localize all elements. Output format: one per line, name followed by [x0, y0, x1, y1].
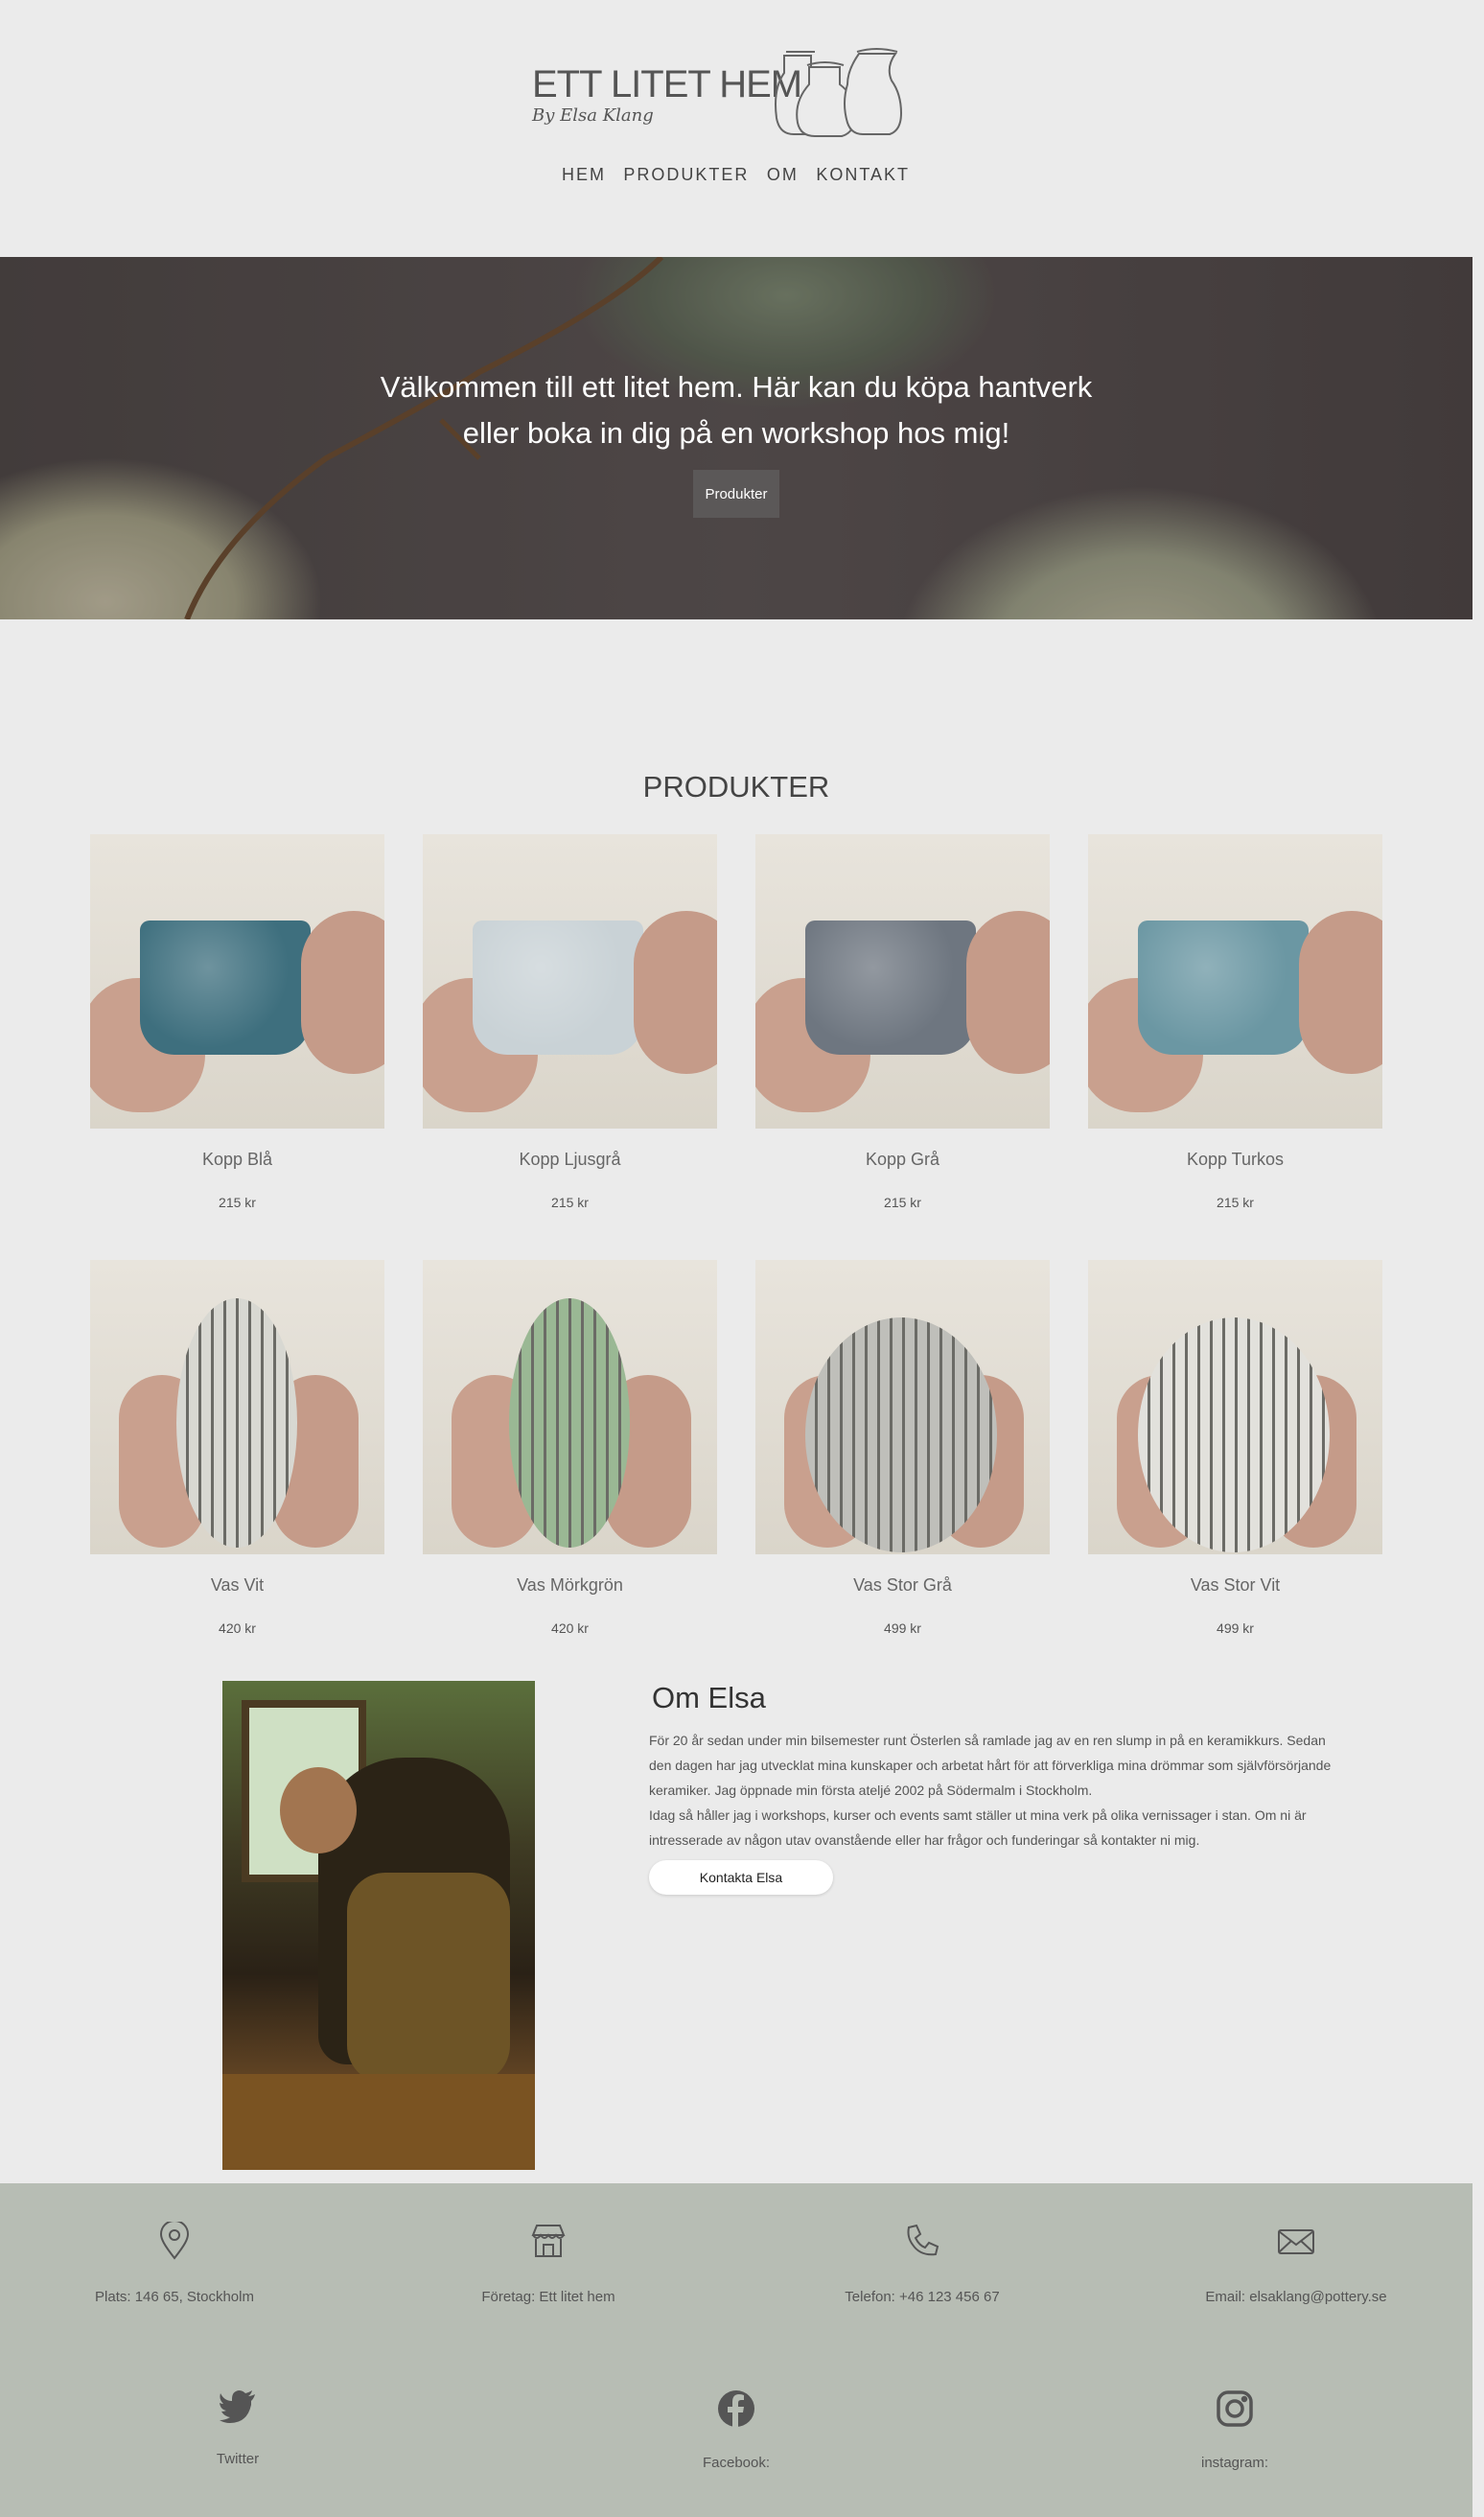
product-name[interactable]: Kopp Blå [90, 1150, 384, 1170]
product-card[interactable]: Vas Mörkgrön 420 kr [423, 1260, 717, 1636]
product-name[interactable]: Kopp Grå [755, 1150, 1050, 1170]
nav-hem[interactable]: HEM [562, 165, 606, 185]
product-card[interactable]: Kopp Turkos 215 kr [1088, 834, 1382, 1210]
product-card[interactable]: Vas Stor Vit 499 kr [1088, 1260, 1382, 1636]
product-name[interactable]: Vas Stor Grå [755, 1575, 1050, 1596]
twitter-icon[interactable] [219, 2389, 257, 2424]
product-card[interactable]: Vas Stor Grå 499 kr [755, 1260, 1050, 1636]
social-twitter[interactable]: Twitter [94, 2389, 382, 2467]
twitter-label[interactable]: Twitter [94, 2451, 382, 2467]
product-name[interactable]: Kopp Ljusgrå [423, 1150, 717, 1170]
product-price: 420 kr [219, 1620, 256, 1636]
product-name[interactable]: Vas Stor Vit [1088, 1575, 1382, 1596]
facebook-label[interactable]: Facebook: [592, 2455, 880, 2471]
phone-text: Telefon: +46 123 456 67 [845, 2289, 1000, 2305]
social-instagram[interactable]: instagram: [1091, 2389, 1379, 2471]
brand-logo[interactable]: ETT LITET HEM By Elsa Klang [527, 46, 930, 151]
hero-products-button[interactable]: Produkter [693, 470, 779, 518]
info-phone: Telefon: +46 123 456 67 [730, 2222, 1114, 2305]
product-price: 420 kr [551, 1620, 589, 1636]
product-image[interactable] [90, 834, 384, 1129]
about-title: Om Elsa [652, 1681, 766, 1714]
product-image[interactable] [423, 1260, 717, 1554]
potter-face [280, 1767, 357, 1853]
email-text: Email: elsaklang@pottery.se [1205, 2289, 1387, 2305]
product-image[interactable] [423, 834, 717, 1129]
potter-apron [347, 1873, 510, 2084]
store-icon [531, 2225, 566, 2257]
about-paragraph-1: För 20 år sedan under min bilsemester ru… [649, 1733, 1332, 1798]
product-price: 215 kr [551, 1195, 589, 1210]
product-image[interactable] [755, 1260, 1050, 1554]
product-price: 215 kr [1217, 1195, 1254, 1210]
nav-produkter[interactable]: PRODUKTER [623, 165, 749, 185]
social-facebook[interactable]: Facebook: [592, 2389, 880, 2471]
nav-kontakt[interactable]: KONTAKT [816, 165, 910, 185]
product-image[interactable] [1088, 834, 1382, 1129]
mail-icon [1278, 2229, 1314, 2254]
site-header: ETT LITET HEM By Elsa Klang HEM PRODUKTE… [0, 0, 1484, 257]
product-name[interactable]: Vas Vit [90, 1575, 384, 1596]
vases-logo-icon [775, 48, 903, 137]
facebook-icon[interactable] [717, 2389, 755, 2428]
location-text: Plats: 146 65, Stockholm [95, 2289, 254, 2305]
product-card[interactable]: Kopp Blå 215 kr [90, 834, 384, 1210]
map-pin-icon [159, 2222, 190, 2260]
products-title: PRODUKTER [642, 770, 830, 804]
about-text: För 20 år sedan under min bilsemester ru… [649, 1728, 1339, 1853]
company-text: Företag: Ett litet hem [481, 2289, 615, 2305]
phone-icon [907, 2224, 939, 2256]
product-price: 499 kr [884, 1620, 921, 1636]
product-card[interactable]: Vas Vit 420 kr [90, 1260, 384, 1636]
instagram-icon[interactable] [1216, 2389, 1254, 2428]
product-image[interactable] [90, 1260, 384, 1554]
info-email: Email: elsaklang@pottery.se [1104, 2222, 1484, 2305]
product-name[interactable]: Vas Mörkgrön [423, 1575, 717, 1596]
brand-signature: By Elsa Klang [532, 105, 654, 126]
contact-elsa-button[interactable]: Kontakta Elsa [649, 1860, 833, 1895]
product-price: 215 kr [219, 1195, 256, 1210]
product-name[interactable]: Kopp Turkos [1088, 1150, 1382, 1170]
main-nav: HEM PRODUKTER OM KONTAKT [0, 165, 1472, 185]
about-paragraph-2: Idag så håller jag i workshops, kurser o… [649, 1807, 1307, 1848]
product-card[interactable]: Kopp Ljusgrå 215 kr [423, 834, 717, 1210]
hero-welcome-text: Välkommen till ett litet hem. Här kan du… [380, 370, 1093, 450]
product-price: 499 kr [1217, 1620, 1254, 1636]
product-card[interactable]: Kopp Grå 215 kr [755, 834, 1050, 1210]
product-image[interactable] [1088, 1260, 1382, 1554]
nav-om[interactable]: OM [767, 165, 799, 185]
info-company: Företag: Ett litet hem [357, 2222, 740, 2305]
info-location: Plats: 146 65, Stockholm [0, 2222, 366, 2305]
hero-banner: Välkommen till ett litet hem. Här kan du… [0, 257, 1472, 619]
product-image[interactable] [755, 834, 1050, 1129]
product-price: 215 kr [884, 1195, 921, 1210]
site-footer: Plats: 146 65, Stockholm Företag: Ett li… [0, 2183, 1472, 2517]
instagram-label[interactable]: instagram: [1091, 2455, 1379, 2471]
workbench [222, 2074, 535, 2170]
about-photo [222, 1681, 535, 2170]
